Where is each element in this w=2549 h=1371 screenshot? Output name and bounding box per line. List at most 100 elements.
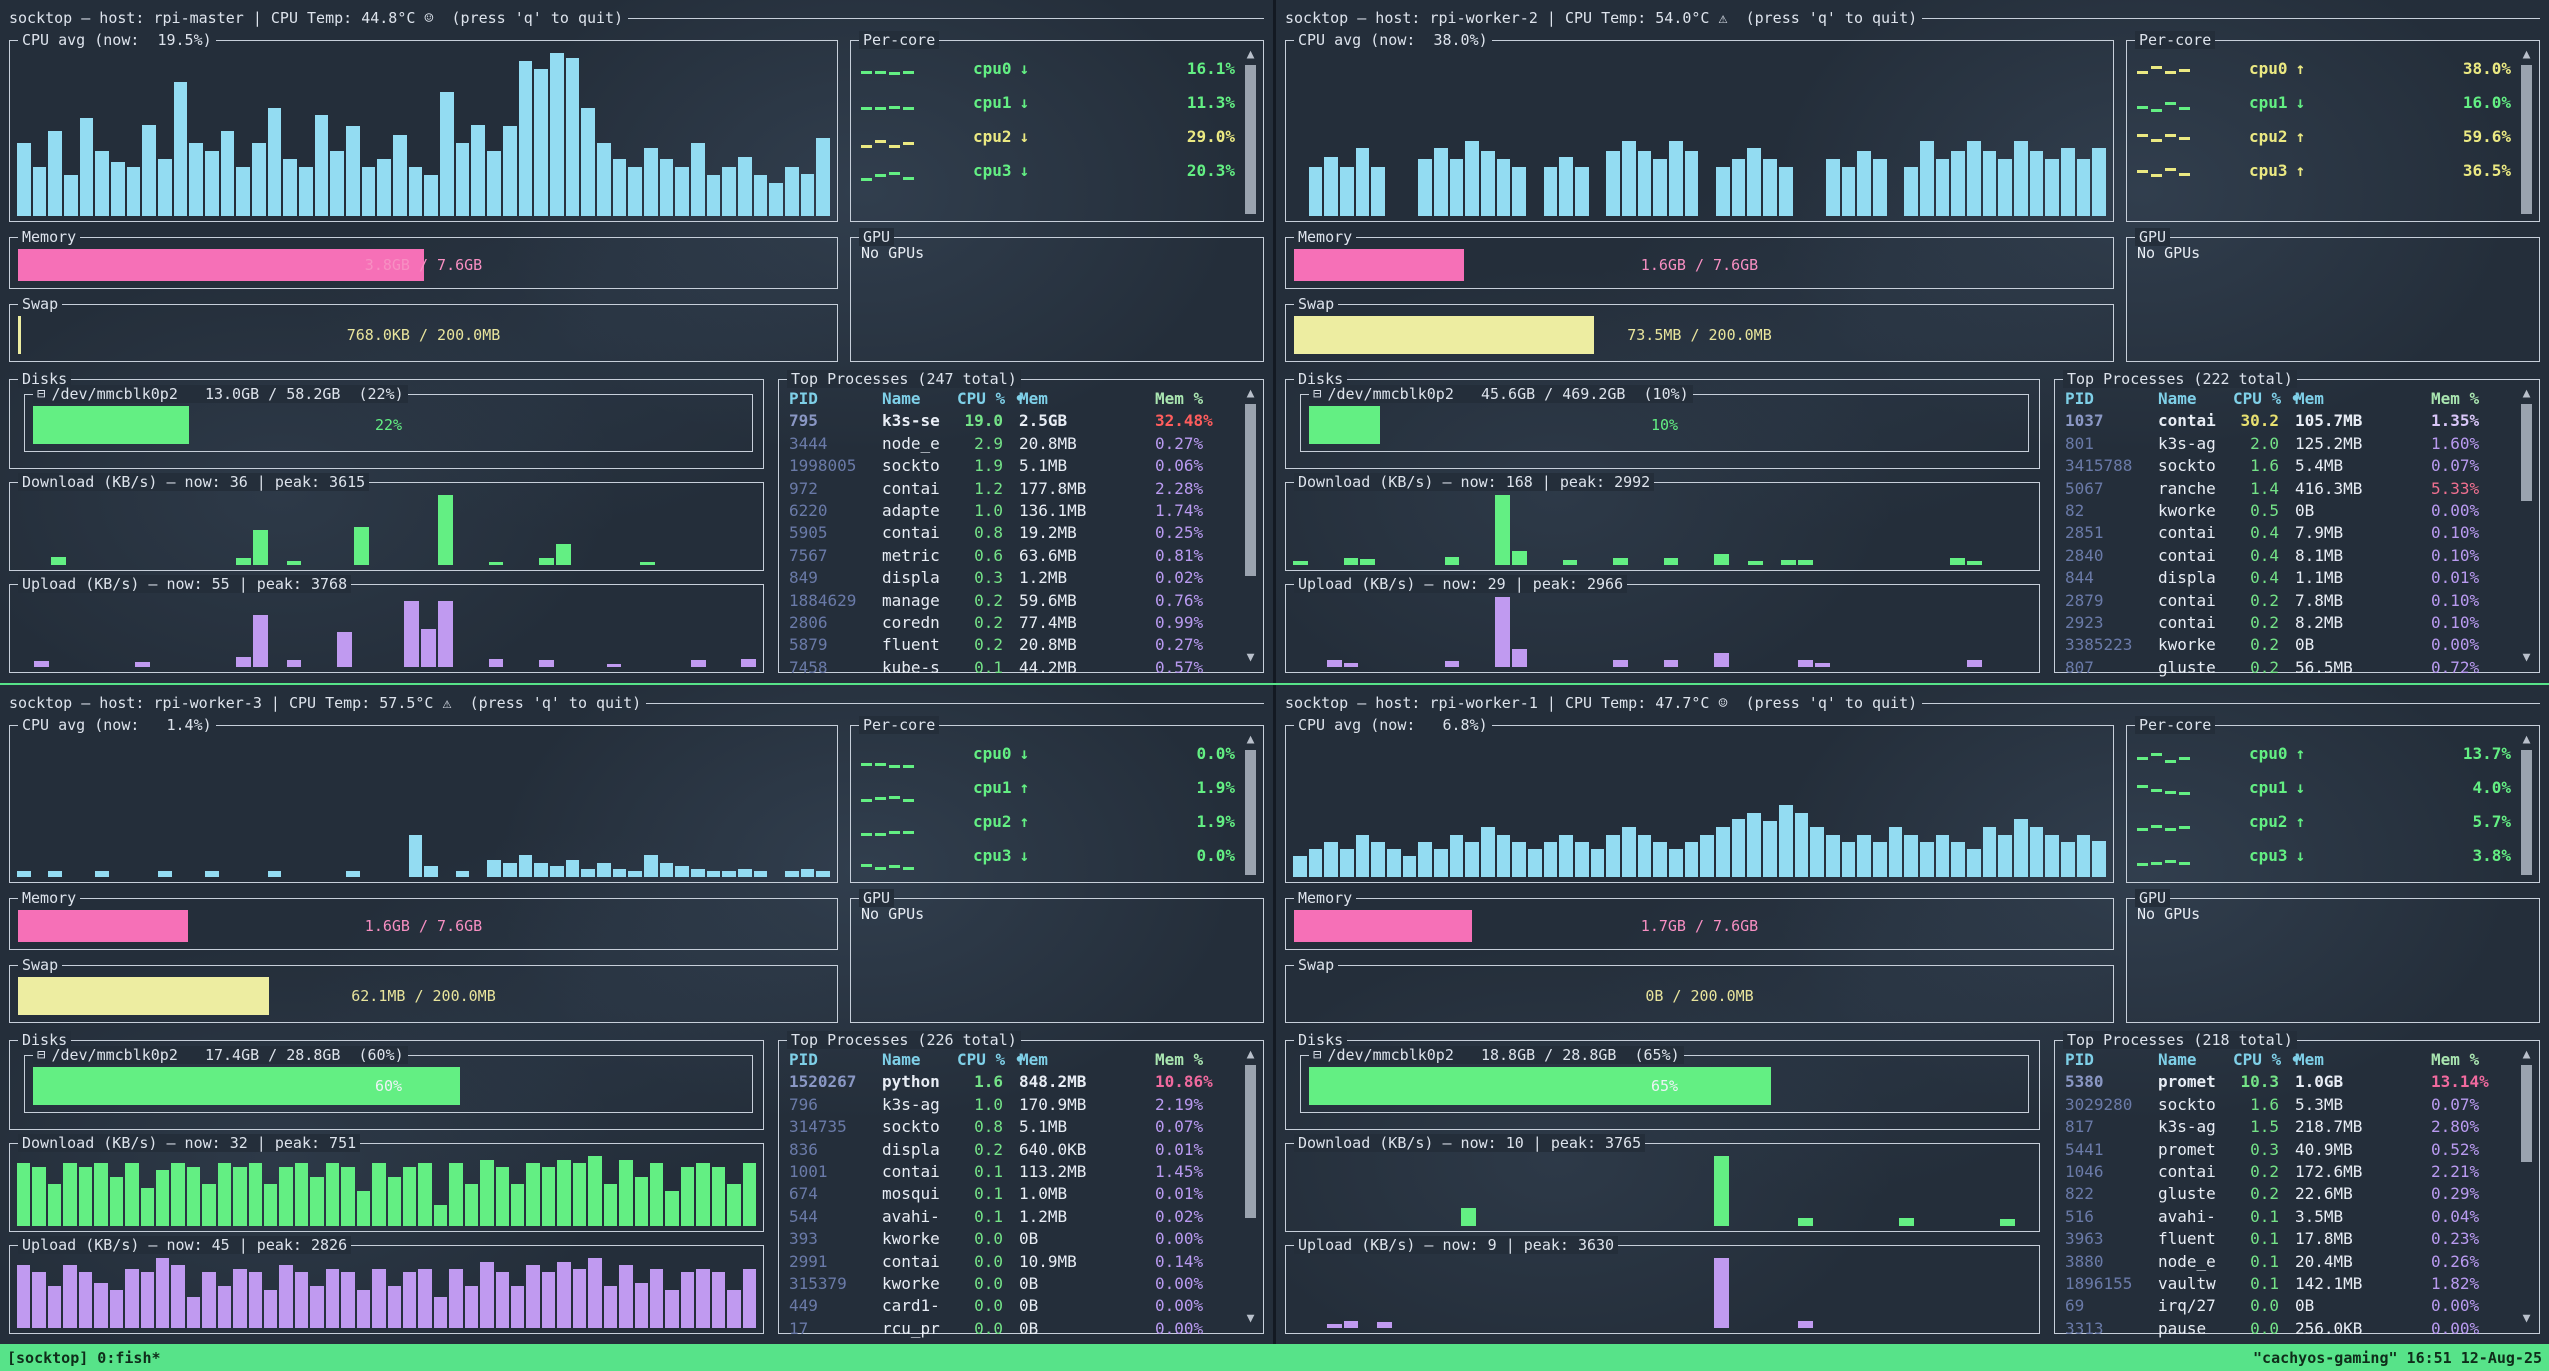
process-row[interactable]: 2840contai0.48.1MB0.10% [2065, 545, 2511, 567]
column-header[interactable]: Mem [2295, 388, 2431, 410]
column-header[interactable]: CPU % • [2233, 388, 2295, 410]
process-row[interactable]: 1998005sockto1.95.1MB0.06% [789, 455, 1235, 477]
process-cell: 0.0 [957, 1228, 1019, 1250]
column-header[interactable]: Name [882, 388, 957, 410]
process-row[interactable]: 7567metric0.663.6MB0.81% [789, 545, 1235, 567]
process-row[interactable]: 822gluste0.222.6MB0.29% [2065, 1183, 2511, 1205]
scroll-up-icon[interactable]: ▲ [2523, 387, 2531, 401]
column-header[interactable]: CPU % • [2233, 1049, 2295, 1071]
process-row[interactable]: 17rcu_pr0.00B0.00% [789, 1318, 1235, 1340]
process-row[interactable]: 5441promet0.340.9MB0.52% [2065, 1139, 2511, 1161]
column-header[interactable]: Mem % [2431, 388, 2511, 410]
column-header[interactable]: Name [2158, 388, 2233, 410]
scroll-up-icon[interactable]: ▲ [2523, 733, 2531, 747]
scroll-down-icon[interactable]: ▼ [1247, 651, 1255, 665]
process-row[interactable]: 393kworke0.00B0.00% [789, 1228, 1235, 1250]
process-row[interactable]: 7458kube-s0.144.2MB0.57% [789, 657, 1235, 679]
process-row[interactable]: 315379kworke0.00B0.00% [789, 1273, 1235, 1295]
column-header[interactable]: Mem [1019, 1049, 1155, 1071]
process-row[interactable]: 972contai1.2177.8MB2.28% [789, 478, 1235, 500]
per-core-scrollbar[interactable]: ▲ [2519, 48, 2534, 214]
column-header[interactable]: Mem % [1155, 388, 1235, 410]
column-header[interactable]: PID [2065, 388, 2158, 410]
process-row[interactable]: 1884629manage0.259.6MB0.76% [789, 590, 1235, 612]
scrollbar-thumb[interactable] [1245, 750, 1256, 875]
process-row[interactable]: 674mosqui0.11.0MB0.01% [789, 1183, 1235, 1205]
process-row[interactable]: 1046contai0.2172.6MB2.21% [2065, 1161, 2511, 1183]
process-row[interactable]: 801k3s-ag2.0125.2MB1.60% [2065, 433, 2511, 455]
scroll-up-icon[interactable]: ▲ [1247, 48, 1255, 62]
column-header[interactable]: Mem [1019, 388, 1155, 410]
scroll-down-icon[interactable]: ▼ [2523, 1312, 2531, 1326]
column-header[interactable]: Mem % [1155, 1049, 1235, 1071]
scroll-down-icon[interactable]: ▼ [2523, 651, 2531, 665]
scroll-up-icon[interactable]: ▲ [2523, 48, 2531, 62]
process-row[interactable]: 1520267python1.6848.2MB10.86% [789, 1071, 1235, 1093]
process-row[interactable]: 1037contai30.2105.7MB1.35% [2065, 410, 2511, 432]
column-header[interactable]: Name [882, 1049, 957, 1071]
chart-bar [581, 108, 595, 216]
process-row[interactable]: 2851contai0.47.9MB0.10% [2065, 522, 2511, 544]
process-row[interactable]: 3444node_e2.920.8MB0.27% [789, 433, 1235, 455]
scrollbar-thumb[interactable] [2521, 65, 2532, 214]
process-row[interactable]: 817k3s-ag1.5218.7MB2.80% [2065, 1116, 2511, 1138]
column-header[interactable]: CPU % • [957, 388, 1019, 410]
column-header[interactable]: Mem [2295, 1049, 2431, 1071]
process-scrollbar[interactable]: ▲ ▼ [2519, 387, 2534, 665]
scroll-down-icon[interactable]: ▼ [1247, 1312, 1255, 1326]
process-row[interactable]: 3313pause0.0256.0KB0.00% [2065, 1318, 2511, 1340]
process-row[interactable]: 3385223kworke0.20B0.00% [2065, 634, 2511, 656]
process-row[interactable]: 1001contai0.1113.2MB1.45% [789, 1161, 1235, 1183]
column-header[interactable]: CPU % • [957, 1049, 1019, 1071]
process-row[interactable]: 314735sockto0.85.1MB0.07% [789, 1116, 1235, 1138]
per-core-scrollbar[interactable]: ▲ [1243, 48, 1258, 214]
process-scrollbar[interactable]: ▲ ▼ [1243, 387, 1258, 665]
process-row[interactable]: 3880node_e0.120.4MB0.26% [2065, 1251, 2511, 1273]
column-header[interactable]: Mem % [2431, 1049, 2511, 1071]
per-core-scrollbar[interactable]: ▲ [1243, 733, 1258, 875]
scrollbar-thumb[interactable] [1245, 1065, 1256, 1218]
process-row[interactable]: 6220adapte1.0136.1MB1.74% [789, 500, 1235, 522]
process-row[interactable]: 849displa0.31.2MB0.02% [789, 567, 1235, 589]
process-row[interactable]: 3963fluent0.117.8MB0.23% [2065, 1228, 2511, 1250]
scrollbar-thumb[interactable] [1245, 65, 1256, 214]
scroll-up-icon[interactable]: ▲ [1247, 387, 1255, 401]
process-row[interactable]: 2806coredn0.277.4MB0.99% [789, 612, 1235, 634]
process-cell: node_e [882, 433, 957, 455]
per-core-scrollbar[interactable]: ▲ [2519, 733, 2534, 875]
process-row[interactable]: 2991contai0.010.9MB0.14% [789, 1251, 1235, 1273]
scroll-up-icon[interactable]: ▲ [2523, 1048, 2531, 1062]
process-scrollbar[interactable]: ▲ ▼ [2519, 1048, 2534, 1326]
column-header[interactable]: PID [789, 1049, 882, 1071]
process-row[interactable]: 3029280sockto1.65.3MB0.07% [2065, 1094, 2511, 1116]
process-row[interactable]: 1896155vaultw0.1142.1MB1.82% [2065, 1273, 2511, 1295]
process-row[interactable]: 796k3s-ag1.0170.9MB2.19% [789, 1094, 1235, 1116]
scroll-up-icon[interactable]: ▲ [1247, 1048, 1255, 1062]
process-row[interactable]: 795k3s-se19.02.5GB32.48% [789, 410, 1235, 432]
process-row[interactable]: 5879fluent0.220.8MB0.27% [789, 634, 1235, 656]
scrollbar-thumb[interactable] [2521, 1065, 2532, 1162]
process-row[interactable]: 516avahi-0.13.5MB0.04% [2065, 1206, 2511, 1228]
scrollbar-thumb[interactable] [2521, 404, 2532, 501]
process-row[interactable]: 807gluste0.256.5MB0.72% [2065, 657, 2511, 679]
scroll-up-icon[interactable]: ▲ [1247, 733, 1255, 747]
process-row[interactable]: 544avahi-0.11.2MB0.02% [789, 1206, 1235, 1228]
scrollbar-thumb[interactable] [1245, 404, 1256, 576]
process-row[interactable]: 5380promet10.31.0GB13.14% [2065, 1071, 2511, 1093]
process-row[interactable]: 2879contai0.27.8MB0.10% [2065, 590, 2511, 612]
process-row[interactable]: 836displa0.2640.0KB0.01% [789, 1139, 1235, 1161]
process-row[interactable]: 2923contai0.28.2MB0.10% [2065, 612, 2511, 634]
process-row[interactable]: 5067ranche1.4416.3MB5.33% [2065, 478, 2511, 500]
process-row[interactable]: 69irq/270.00B0.00% [2065, 1295, 2511, 1317]
process-row[interactable]: 5905contai0.819.2MB0.25% [789, 522, 1235, 544]
scrollbar-thumb[interactable] [2521, 750, 2532, 875]
process-scrollbar[interactable]: ▲ ▼ [1243, 1048, 1258, 1326]
column-header[interactable]: PID [2065, 1049, 2158, 1071]
process-row[interactable]: 3415788sockto1.65.4MB0.07% [2065, 455, 2511, 477]
column-header[interactable]: PID [789, 388, 882, 410]
tmux-session-window[interactable]: [socktop] 0:fish* [7, 1349, 161, 1367]
process-row[interactable]: 844displa0.41.1MB0.01% [2065, 567, 2511, 589]
column-header[interactable]: Name [2158, 1049, 2233, 1071]
process-row[interactable]: 82kworke0.50B0.00% [2065, 500, 2511, 522]
process-row[interactable]: 449card1-0.00B0.00% [789, 1295, 1235, 1317]
